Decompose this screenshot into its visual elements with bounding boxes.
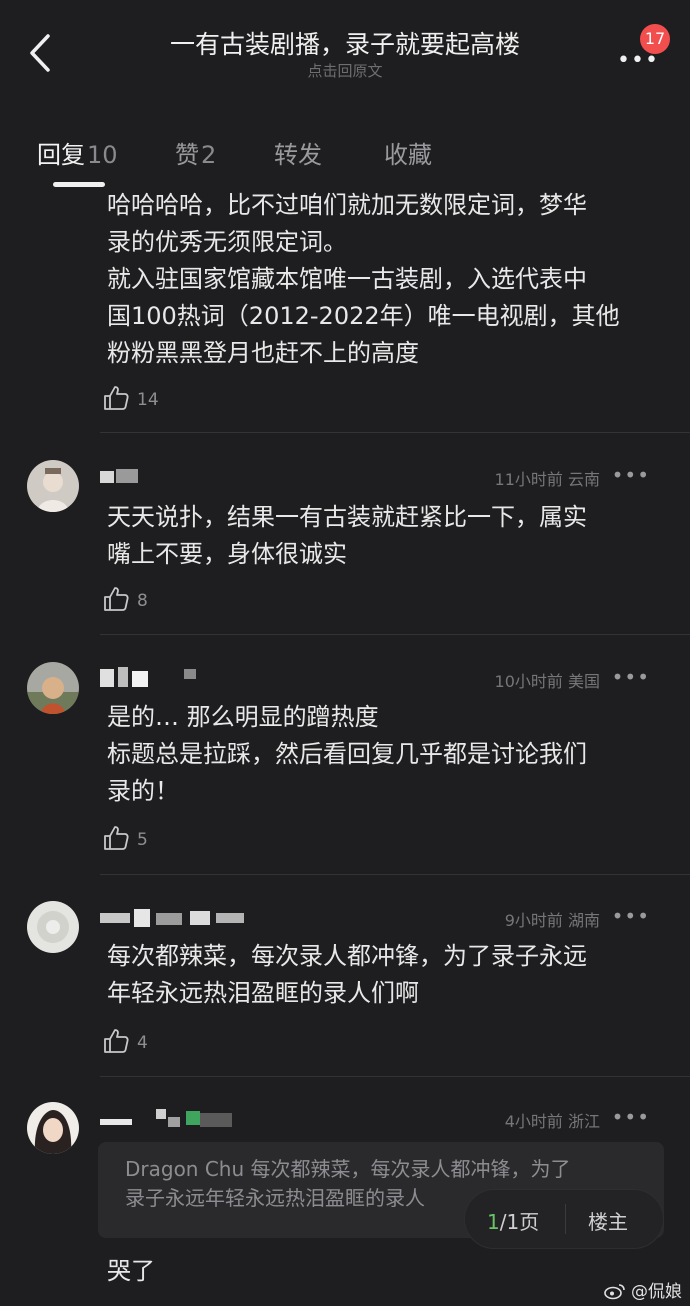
username-redacted[interactable] [100, 1107, 240, 1129]
comment-location: 湖南 [567, 911, 600, 930]
tab-likes-count: 2 [201, 141, 217, 169]
notification-badge: 17 [640, 24, 670, 54]
comment-line: 标题总是拉踩，然后看回复几乎都是讨论我们 [107, 740, 587, 768]
divider [565, 1204, 566, 1234]
thumbs-up-icon [104, 826, 129, 850]
comment-meta: 11小时前 云南 [495, 466, 600, 490]
comment-text: 哈哈哈哈，比不过咱们就加无数限定词，梦华 录的优秀无须限定词。 就入驻国家馆藏本… [107, 187, 667, 372]
username-redacted[interactable] [100, 465, 140, 487]
tab-replies-label: 回复 [37, 141, 85, 169]
divider [100, 432, 690, 433]
watermark: @侃娘 [603, 1277, 682, 1302]
comment-line: 录的！ [107, 777, 179, 805]
comment-line: 录的优秀无须限定词。 [107, 228, 347, 256]
comment-line: 是的… 那么明显的蹭热度 [107, 703, 379, 731]
current-page: 1 [487, 1210, 500, 1234]
comment-meta: 9小时前 湖南 [505, 907, 600, 931]
tab-reposts[interactable]: 转发 [274, 135, 322, 170]
watermark-text: @侃娘 [631, 1282, 682, 1302]
comment-location: 浙江 [567, 1112, 600, 1131]
avatar[interactable] [27, 1102, 79, 1154]
comment-line: 天天说扑，结果一有古装就赶紧比一下，属实 [107, 503, 587, 531]
comment-more-button[interactable]: ••• [612, 665, 650, 689]
comment-time: 4小时前 [504, 1112, 563, 1131]
tab-replies[interactable]: 回复10 [37, 135, 118, 170]
like-count: 5 [137, 830, 148, 850]
comment-line: 哭了 [107, 1257, 155, 1285]
comment-text: 每次都辣菜，每次录人都冲锋，为了录子永远 年轻永远热泪盈眶的录人们啊 [107, 938, 667, 1012]
avatar[interactable] [27, 662, 79, 714]
username-redacted[interactable] [100, 665, 210, 687]
tab-likes-label: 赞 [175, 141, 199, 169]
comment-line: 粉粉黑黑登月也赶不上的高度 [107, 339, 419, 367]
thumbs-up-icon [104, 386, 129, 410]
comment-text: 哭了 [107, 1253, 667, 1290]
comment-line: 哈哈哈哈，比不过咱们就加无数限定词，梦华 [107, 191, 587, 219]
tab-replies-count: 10 [87, 141, 118, 169]
like-count: 14 [137, 390, 159, 410]
comment-meta: 10小时前 美国 [495, 668, 600, 692]
comment-line: 年轻永远热泪盈眶的录人们啊 [107, 979, 419, 1007]
comment-more-button[interactable]: ••• [612, 1105, 650, 1129]
tab-reposts-label: 转发 [274, 141, 322, 169]
thumbs-up-icon [104, 587, 129, 611]
comment-text: 天天说扑，结果一有古装就赶紧比一下，属实 嘴上不要，身体很诚实 [107, 499, 667, 573]
thumbs-up-icon [104, 1029, 129, 1053]
tab-likes[interactable]: 赞2 [175, 135, 216, 170]
comment-time: 10小时前 [494, 672, 563, 691]
like-count: 4 [137, 1033, 148, 1053]
like-count: 8 [137, 591, 148, 611]
divider [100, 874, 690, 875]
active-tab-indicator [53, 182, 105, 187]
comment-meta: 4小时前 浙江 [505, 1108, 600, 1132]
comment-time: 9小时前 [504, 911, 563, 930]
comment-line: 国100热词（2012-2022年）唯一电视剧，其他 [107, 302, 620, 330]
comment-text: 是的… 那么明显的蹭热度 标题总是拉踩，然后看回复几乎都是讨论我们 录的！ [107, 699, 667, 810]
comment-more-button[interactable]: ••• [612, 463, 650, 487]
comment-time: 11小时前 [494, 470, 563, 489]
total-pages: /1页 [499, 1210, 540, 1234]
divider [100, 634, 690, 635]
weibo-icon [603, 1284, 625, 1300]
page-title: 一有古装剧播，录子就要起高楼 [169, 30, 520, 59]
page-indicator-button[interactable]: 1/1页 [487, 1206, 539, 1235]
comment-line: 就入驻国家馆藏本馆唯一古装剧，入选代表中 [107, 265, 587, 293]
comment-location: 美国 [567, 672, 600, 691]
comment-line: 每次都辣菜，每次录人都冲锋，为了录子永远 [107, 942, 587, 970]
comment-location: 云南 [567, 470, 600, 489]
avatar[interactable] [27, 460, 79, 512]
op-only-button[interactable]: 楼主 [588, 1206, 628, 1235]
divider [100, 1076, 690, 1077]
back-to-original-link[interactable]: 点击回原文 [0, 60, 690, 81]
quoted-line: Dragon Chu 每次都辣菜，每次录人都冲锋，为了 [125, 1157, 571, 1181]
avatar[interactable] [27, 901, 79, 953]
page-navigator: 1/1页 楼主 [465, 1190, 663, 1248]
comment-more-button[interactable]: ••• [612, 904, 650, 928]
username-redacted[interactable] [100, 905, 250, 927]
tab-favorites-label: 收藏 [384, 141, 432, 169]
top-bar: 一有古装剧播，录子就要起高楼 点击回原文 ••• 17 [0, 0, 690, 100]
comment-line: 嘴上不要，身体很诚实 [107, 540, 347, 568]
tab-favorites[interactable]: 收藏 [384, 135, 432, 170]
tab-bar: 回复10 赞2 转发 收藏 [0, 125, 690, 187]
